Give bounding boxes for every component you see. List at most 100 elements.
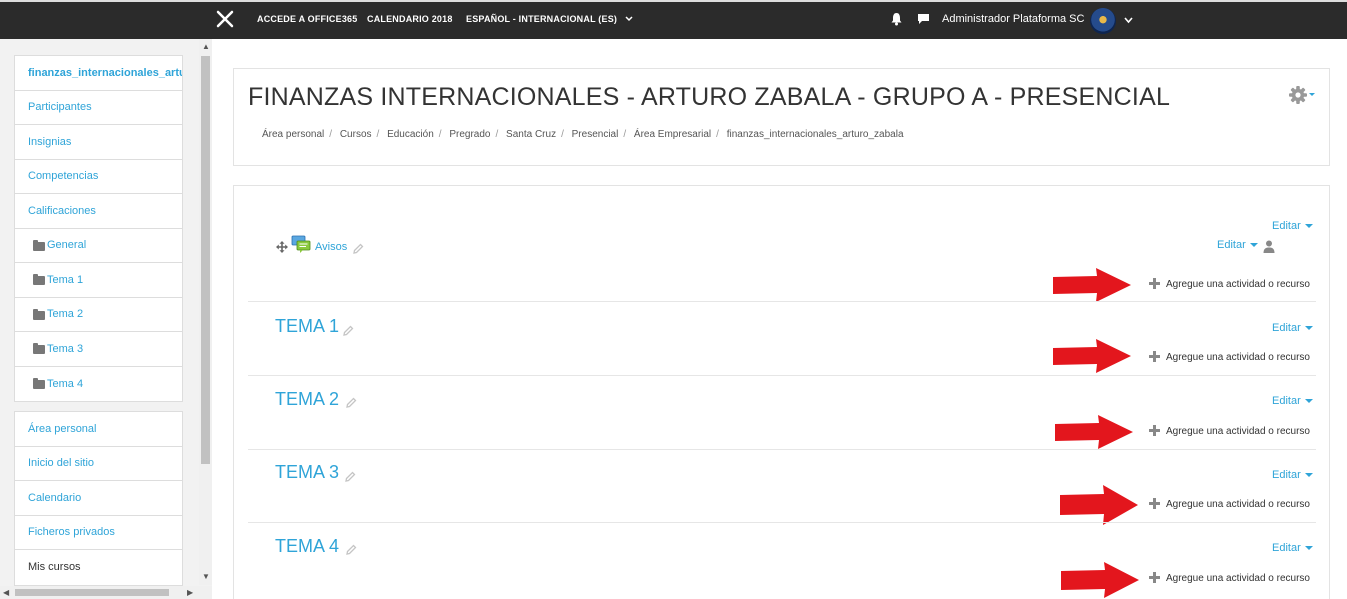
user-menu-name[interactable]: Administrador Plataforma SC [942, 13, 1084, 25]
user-menu-chevron-icon[interactable] [1124, 17, 1133, 24]
add-activity-link[interactable]: Agregue una actividad o recurso [1149, 276, 1310, 290]
section-divider [248, 375, 1316, 376]
caret-down-icon [1304, 224, 1313, 228]
section-edit-menu[interactable]: Editar [1272, 322, 1313, 334]
pencil-icon[interactable] [352, 243, 364, 255]
breadcrumb-item[interactable]: Presencial [572, 129, 619, 140]
notifications-bell-icon[interactable] [890, 12, 903, 26]
user-avatar[interactable] [1090, 8, 1116, 34]
section-title-tema1[interactable]: TEMA 1 [275, 316, 339, 337]
drawer-vertical-scrollbar[interactable]: ▲ ▼ [199, 39, 212, 585]
breadcrumb: Área personal / Cursos / Educación / Pregra… [262, 129, 904, 140]
move-icon[interactable] [276, 241, 288, 253]
gear-icon[interactable] [1288, 85, 1316, 105]
breadcrumb-separator: / [623, 129, 627, 140]
section-edit-menu[interactable]: Editar [1272, 220, 1313, 232]
add-activity-link[interactable]: Agregue una actividad o recurso [1149, 349, 1310, 363]
breadcrumb-item[interactable]: Cursos [340, 129, 372, 140]
red-arrow-annotation [1060, 485, 1138, 525]
nav-link-calendario[interactable]: CALENDARIO 2018 [367, 14, 453, 24]
drawer-area-personal[interactable]: Área personal [15, 412, 182, 447]
chevron-down-icon [625, 16, 633, 22]
drawer-course-home[interactable]: finanzas_internacionales_arturo_zabala [15, 56, 182, 91]
add-activity-label: Agregue una actividad o recurso [1166, 279, 1310, 290]
breadcrumb-separator: / [716, 129, 719, 140]
breadcrumb-separator: / [495, 129, 499, 140]
section-title-tema4[interactable]: TEMA 4 [275, 536, 339, 557]
group-mode-icon[interactable] [1263, 240, 1275, 253]
folder-icon [33, 239, 45, 251]
scroll-up-arrow-icon[interactable]: ▲ [202, 42, 210, 51]
drawer-calificaciones[interactable]: Calificaciones [15, 194, 182, 229]
plus-icon [1149, 498, 1160, 509]
edit-label: Editar [1272, 542, 1301, 554]
drawer-section-label: Tema 3 [47, 342, 84, 355]
caret-down-icon [1304, 399, 1313, 403]
section-edit-menu[interactable]: Editar [1272, 395, 1313, 407]
add-activity-label: Agregue una actividad o recurso [1166, 499, 1310, 510]
red-arrow-annotation [1053, 339, 1131, 373]
drawer-section-label: Tema 1 [47, 273, 84, 286]
drawer-section-general[interactable]: General [15, 229, 182, 263]
nav-link-office365[interactable]: ACCEDE A OFFICE365 [257, 14, 357, 24]
breadcrumb-item[interactable]: Área personal [262, 129, 324, 140]
close-drawer-icon[interactable] [214, 8, 236, 30]
red-arrow-annotation [1053, 268, 1131, 302]
messages-icon[interactable] [917, 12, 930, 26]
red-arrow-annotation [1061, 562, 1139, 598]
caret-down-icon [1304, 546, 1313, 550]
pencil-icon[interactable] [342, 325, 354, 337]
forum-link-avisos[interactable]: Avisos [315, 241, 347, 253]
drawer-ficheros-privados[interactable]: Ficheros privados [15, 516, 182, 550]
drawer-participantes[interactable]: Participantes [15, 91, 182, 125]
breadcrumb-separator: / [329, 129, 333, 140]
scroll-left-arrow-icon[interactable]: ◀ [3, 588, 9, 597]
add-activity-link[interactable]: Agregue una actividad o recurso [1149, 496, 1310, 510]
caret-down-icon [1304, 473, 1313, 477]
nav-drawer: finanzas_internacionales_arturo_zabala P… [0, 39, 212, 599]
plus-icon [1149, 425, 1160, 436]
drawer-calendario[interactable]: Calendario [15, 481, 182, 516]
edit-label: Editar [1217, 239, 1246, 251]
pencil-icon[interactable] [345, 544, 357, 556]
activity-edit-menu[interactable]: Editar [1217, 239, 1258, 251]
folder-icon [33, 343, 45, 355]
edit-label: Editar [1272, 322, 1301, 334]
drawer-competencias[interactable]: Competencias [15, 160, 182, 194]
drawer-mis-cursos[interactable]: Mis cursos [15, 550, 182, 585]
folder-icon [33, 308, 45, 320]
breadcrumb-separator: / [561, 129, 564, 140]
add-activity-link[interactable]: Agregue una actividad o recurso [1149, 423, 1310, 437]
section-edit-menu[interactable]: Editar [1272, 469, 1313, 481]
drawer-insignias[interactable]: Insignias [15, 125, 182, 160]
breadcrumb-item[interactable]: Educación [387, 129, 434, 140]
section-divider [248, 449, 1316, 450]
section-title-tema3[interactable]: TEMA 3 [275, 462, 339, 483]
section-title-tema2[interactable]: TEMA 2 [275, 389, 339, 410]
scrollbar-thumb[interactable] [201, 56, 210, 464]
drawer-section-tema3[interactable]: Tema 3 [15, 332, 182, 367]
add-activity-link[interactable]: Agregue una actividad o recurso [1149, 570, 1310, 584]
scrollbar-thumb[interactable] [15, 589, 169, 596]
drawer-horizontal-scrollbar[interactable]: ◀ ▶ [0, 586, 212, 599]
scroll-down-arrow-icon[interactable]: ▼ [202, 572, 210, 581]
page-title: FINANZAS INTERNACIONALES - ARTURO ZABALA… [248, 83, 1171, 111]
drawer-section-tema1[interactable]: Tema 1 [15, 263, 182, 298]
section-divider [248, 522, 1316, 523]
course-nav-block: finanzas_internacionales_arturo_zabala P… [14, 55, 183, 402]
pencil-icon[interactable] [344, 471, 356, 483]
drawer-inicio-sitio[interactable]: Inicio del sitio [15, 447, 182, 481]
edit-label: Editar [1272, 469, 1301, 481]
drawer-section-tema4[interactable]: Tema 4 [15, 367, 182, 402]
breadcrumb-item[interactable]: Santa Cruz [506, 129, 556, 140]
scroll-right-arrow-icon[interactable]: ▶ [187, 588, 193, 597]
breadcrumb-item[interactable]: Área Empresarial [634, 129, 711, 140]
plus-icon [1149, 351, 1160, 362]
section-edit-menu[interactable]: Editar [1272, 542, 1313, 554]
pencil-icon[interactable] [345, 397, 357, 409]
breadcrumb-item[interactable]: Pregrado [449, 129, 490, 140]
language-menu[interactable]: ESPAÑOL - INTERNACIONAL (ES) [466, 14, 633, 24]
drawer-section-label: Tema 2 [47, 308, 84, 321]
drawer-section-tema2[interactable]: Tema 2 [15, 298, 182, 332]
breadcrumb-item[interactable]: finanzas_internacionales_arturo_zabala [727, 129, 904, 140]
